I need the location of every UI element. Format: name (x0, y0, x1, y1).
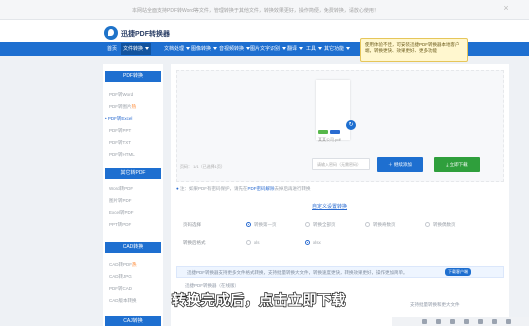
sidebar-item-pdf-to-image[interactable]: PDF转图片热 (109, 104, 136, 110)
radio-even-pages[interactable] (425, 222, 430, 227)
logo-text[interactable]: 迅捷PDF转换器 (121, 29, 170, 39)
notice-bar: 本网站全面支持PDF转Word等文件，管理转换于其他文件，转换效果更好，操作简便… (0, 0, 529, 20)
close-icon[interactable]: × (501, 3, 511, 13)
app-icon[interactable] (464, 319, 469, 324)
password-field[interactable]: 请输入密码（无需密码） (312, 158, 370, 170)
app-icon[interactable] (478, 319, 483, 324)
radio-even-pages-label: 转换偶数页 (433, 222, 456, 227)
hot-badge: 热 (131, 104, 137, 109)
password-tip: ● 注：如果PDF有密码保护，请先在PDF密码解除去掉后再进行转换 (176, 186, 311, 191)
sidebar-item-pdf-to-cad[interactable]: PDF转CAD (109, 286, 132, 292)
output-format-label: 转换后格式 (183, 240, 206, 245)
app-icon[interactable] (450, 319, 455, 324)
sidebar-item-word-to-pdf[interactable]: Word转PDF (109, 186, 133, 192)
app-icon[interactable] (506, 319, 511, 324)
sidebar-item-pdf-to-excel[interactable]: • PDF转Excel (105, 116, 132, 122)
sidebar-section-pdf-convert[interactable]: PDF转换 (105, 71, 161, 82)
radio-xls[interactable] (246, 240, 251, 245)
chevron-down-icon (346, 47, 351, 51)
footer-hint-left: 迅捷PDF转换器（在线版） (185, 283, 239, 288)
sidebar-item-cad-version[interactable]: CAD版本转换 (109, 298, 137, 304)
nav-item-image-convert[interactable]: 图像转换 (191, 45, 218, 53)
sidebar-item-pdf-to-word[interactable]: PDF转Word (109, 92, 133, 98)
sidebar-item-pdf-to-txt[interactable]: PDF转TXT (109, 140, 131, 146)
client-tooltip[interactable]: 使用体验不佳，可安装迅捷PDF转换器本地客户端，转换更快、效果更好、更多功能 (360, 38, 468, 62)
sidebar: PDF转换 PDF转Word PDF转图片热 • PDF转Excel PDF转P… (103, 64, 163, 326)
add-file-button[interactable]: ＋ 继续添加 (377, 157, 423, 172)
footer-hint-right: 支持批量转换和更大文件 (410, 302, 460, 307)
radio-xlsx-label: xlsx (313, 240, 321, 245)
status-badge (318, 130, 328, 134)
hot-badge: 热 (132, 262, 137, 267)
chevron-down-icon (299, 47, 304, 51)
download-button[interactable]: ⤓ 立即下载 (434, 157, 480, 172)
rotate-icon[interactable]: ↻ (346, 120, 356, 130)
radio-all-pages-label: 转换全部页 (313, 222, 336, 227)
radio-xls-label: xls (254, 240, 260, 245)
chevron-down-icon (318, 47, 323, 51)
chevron-down-icon (213, 47, 218, 51)
taskbar (392, 317, 529, 326)
radio-odd-pages-label: 转换奇数页 (373, 222, 396, 227)
logo-icon[interactable] (104, 26, 118, 40)
nav-item-tools[interactable]: 工具 (306, 45, 323, 53)
sidebar-item-excel-to-pdf[interactable]: Excel转PDF (109, 210, 134, 216)
sidebar-section-cad-convert[interactable]: CAD转换 (105, 242, 161, 253)
sidebar-item-cad-to-jpg[interactable]: CAD转JPG (109, 274, 132, 280)
sidebar-item-pdf-to-ppt[interactable]: PDF转PPT (109, 128, 131, 134)
file-name: 某某公司.pdf (318, 137, 341, 142)
notice-text: 本网站全面支持PDF转Word等文件，管理转换于其他文件，转换效果更好，操作简便… (132, 8, 379, 14)
nav-item-file-convert[interactable]: 文件转换 (121, 43, 152, 55)
custom-settings-title[interactable]: 自定义设置转换 (312, 203, 347, 210)
tooltip-text: 使用体验不佳，可安装迅捷PDF转换器本地客户端，转换更快、效果更好、更多功能 (365, 42, 460, 53)
radio-odd-pages[interactable] (365, 222, 370, 227)
sidebar-item-cad-to-pdf[interactable]: CAD转PDF热 (109, 262, 137, 268)
sidebar-section-caj-convert[interactable]: CAJ转换 (105, 316, 161, 326)
nav-item-doc-process[interactable]: 文档处理 (164, 45, 191, 53)
radio-all-pages[interactable] (305, 222, 310, 227)
chevron-down-icon (186, 47, 191, 51)
promo-text: 迅捷PDF转换器支持更多文件格式转换，支持批量转换大文件，转换速度更快，转换效果… (187, 270, 408, 275)
settings-badge[interactable] (330, 130, 340, 134)
chevron-down-icon (145, 47, 150, 51)
nav-item-av-convert[interactable]: 音视频转换 (219, 45, 251, 53)
radio-first-page[interactable] (246, 222, 251, 227)
sidebar-item-ppt-to-pdf[interactable]: PPT转PDF (109, 222, 131, 228)
password-placeholder: 请输入密码（无需密码） (317, 162, 361, 167)
nav-item-home[interactable]: 首页 (107, 45, 117, 53)
app-icon[interactable] (422, 319, 427, 324)
video-subtitle: 转换完成后，点击立即下载 (171, 291, 346, 308)
sidebar-item-image-to-pdf[interactable]: 图片转PDF (109, 198, 132, 204)
nav-item-ocr[interactable]: 图片文字识别 (250, 45, 287, 53)
app-icon[interactable] (492, 319, 497, 324)
unlock-link[interactable]: PDF密码解除 (247, 186, 274, 191)
sidebar-item-pdf-to-html[interactable]: PDF转HTML (109, 152, 135, 158)
download-client-button[interactable]: 下载客户端 (445, 268, 471, 276)
nav-item-translate[interactable]: 翻译 (287, 45, 304, 53)
chevron-down-icon (282, 47, 287, 51)
app-icon[interactable] (436, 319, 441, 324)
sidebar-section-other-to-pdf[interactable]: 其它转PDF (105, 168, 161, 179)
page-select-label: 页码选择 (183, 222, 201, 227)
radio-first-page-label: 转换第一页 (254, 222, 277, 227)
page-count-text: 页码： 1/1（已选择1页） (180, 164, 225, 169)
client-promo-bar: 迅捷PDF转换器支持更多文件格式转换，支持批量转换大文件，转换速度更快，转换效果… (176, 266, 504, 278)
radio-xlsx[interactable] (305, 240, 310, 245)
nav-item-other[interactable]: 其它功能 (324, 45, 351, 53)
